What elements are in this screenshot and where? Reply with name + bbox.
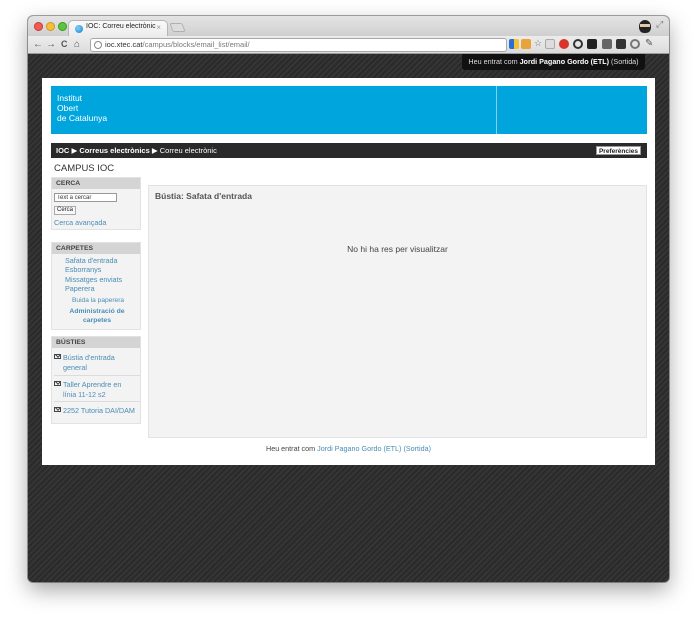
mailbox-divider (54, 375, 140, 376)
empty-message: No hi ha res per visualitzar (347, 244, 448, 254)
address-bar[interactable]: ioc.xtec.cat/campus/blocks/email_list/em… (90, 38, 507, 52)
user-login-bar: Heu entrat com Jordi Pagano Gordo (ETL) … (462, 54, 645, 70)
advanced-search-link[interactable]: Cerca avançada (54, 218, 106, 227)
banner-divider (496, 86, 497, 134)
userbar-prefix: Heu entrat com (468, 57, 520, 66)
minimize-window-button[interactable] (46, 22, 55, 31)
tab-close-icon[interactable]: × (156, 23, 161, 32)
maximize-window-button[interactable] (58, 22, 67, 31)
mailboxes-block: BÚSTIES Bústia d'entrada general Taller … (51, 336, 141, 424)
breadcrumb: IOC ▶ Correus electrònics ▶ Correu elect… (51, 143, 647, 158)
browser-window: IOC: Correu electrònic × ⤢ ← → C ⌂ ioc.x… (28, 16, 669, 582)
header-banner: Institut Obert de Catalunya (51, 86, 647, 134)
fullscreen-icon[interactable]: ⤢ (656, 19, 663, 30)
extension-settings-icon[interactable] (630, 39, 640, 49)
wrench-icon[interactable]: ✎ (645, 39, 655, 49)
folder-drafts-link[interactable]: Esborranys (65, 265, 101, 274)
folder-inbox-link[interactable]: Safata d'entrada (65, 256, 118, 265)
envelope-icon (54, 407, 61, 412)
mailboxes-block-title: BÚSTIES (52, 337, 140, 348)
logo-line2: Obert (57, 103, 79, 113)
breadcrumb-home-link[interactable]: IOC (56, 146, 69, 155)
extension-folder-icon[interactable] (521, 39, 531, 49)
mailbox-general-line2: general (63, 362, 87, 372)
browser-tab[interactable]: IOC: Correu electrònic × (68, 20, 168, 36)
site-name: CAMPUS IOC (54, 163, 115, 174)
page-sheet: Institut Obert de Catalunya IOC ▶ Correu… (42, 78, 655, 465)
url-text: ioc.xtec.cat/campus/blocks/email_list/em… (105, 40, 250, 49)
mailbox-taller-line2: línia 11-12 s2 (63, 389, 106, 399)
breadcrumb-separator-icon: ▶ (151, 146, 158, 155)
folders-block-title: CARPETES (52, 243, 140, 254)
mailbox-taller-link[interactable]: Taller Aprendre en línia 11-12 s2 (54, 380, 140, 399)
envelope-icon (54, 381, 61, 386)
footer-user-link[interactable]: Jordi Pagano Gordo (ETL) (317, 444, 401, 453)
extension-counter-icon[interactable] (587, 39, 597, 49)
logo-line3: de Catalunya (57, 113, 108, 123)
forward-button[interactable]: → (46, 38, 56, 51)
browser-toolbar: ← → C ⌂ ioc.xtec.cat/campus/blocks/email… (28, 36, 669, 54)
mailbox-general-link[interactable]: Bústia d'entrada general (54, 353, 140, 372)
footer-prefix: Heu entrat com (266, 444, 318, 453)
userbar-logout-link[interactable]: (Sortida) (611, 57, 639, 66)
search-button[interactable]: Cerca (54, 206, 77, 215)
breadcrumb-current: Correu electrònic (159, 146, 217, 155)
bookmark-star-icon[interactable]: ☆ (533, 39, 543, 49)
breadcrumb-section-link[interactable]: Correus electrònics (79, 146, 149, 155)
folder-admin-link[interactable]: Administració de (52, 307, 142, 316)
extension-circle-icon[interactable] (573, 39, 583, 49)
back-button[interactable]: ← (33, 38, 43, 51)
extension-grid-icon[interactable] (602, 39, 612, 49)
search-block: CERCA Cerca Cerca avançada (51, 177, 141, 230)
mailbox-general-line1: Bústia d'entrada (63, 353, 115, 362)
new-tab-button[interactable] (169, 23, 186, 32)
mailbox-title: Bústia: Safata d'entrada (155, 191, 252, 201)
logo-line1: Institut (57, 93, 83, 103)
mailbox-content: Bústia: Safata d'entrada No hi ha res pe… (148, 185, 647, 438)
extension-opera-icon[interactable] (559, 39, 569, 49)
home-button[interactable]: ⌂ (74, 38, 80, 51)
search-input[interactable] (54, 193, 117, 202)
folder-trash-link[interactable]: Paperera (65, 284, 95, 293)
footer-logout-link[interactable]: (Sortida) (403, 444, 431, 453)
tab-title: IOC: Correu electrònic (86, 23, 156, 30)
reload-button[interactable]: C (61, 38, 68, 51)
folder-sent-link[interactable]: Missatges enviats (65, 275, 122, 284)
empty-trash-link[interactable]: Buida la paperera (72, 296, 124, 305)
ioc-logo[interactable]: Institut Obert de Catalunya (57, 93, 107, 123)
envelope-icon (54, 354, 61, 359)
preferences-button[interactable]: Preferències (595, 146, 641, 155)
footer-login-info: Heu entrat com Jordi Pagano Gordo (ETL) … (42, 444, 655, 453)
mailbox-taller-line1: Taller Aprendre en (63, 380, 122, 389)
page-info-icon[interactable] (94, 41, 102, 49)
page-viewport: Heu entrat com Jordi Pagano Gordo (ETL) … (28, 54, 669, 582)
profile-avatar-icon[interactable] (638, 18, 652, 34)
favicon-icon (75, 25, 83, 33)
userbar-user-link[interactable]: Jordi Pagano Gordo (ETL) (520, 57, 609, 66)
close-window-button[interactable] (34, 22, 43, 31)
folders-block: CARPETES Safata d'entrada Esborranys Mis… (51, 242, 141, 330)
breadcrumb-separator-icon: ▶ (71, 146, 78, 155)
extension-pocket-icon[interactable] (616, 39, 626, 49)
search-block-title: CERCA (52, 178, 140, 189)
mailbox-divider (54, 401, 140, 402)
extension-page-icon[interactable] (545, 39, 555, 49)
mailbox-tutoria-line1: 2252 Tutoria DAI/DAM (63, 406, 135, 415)
folder-admin-link-line2[interactable]: carpetes (52, 316, 142, 325)
tab-strip: IOC: Correu electrònic × ⤢ (28, 16, 669, 36)
mailbox-tutoria-link[interactable]: 2252 Tutoria DAI/DAM (54, 406, 140, 416)
extension-pencil-icon[interactable] (509, 39, 519, 49)
